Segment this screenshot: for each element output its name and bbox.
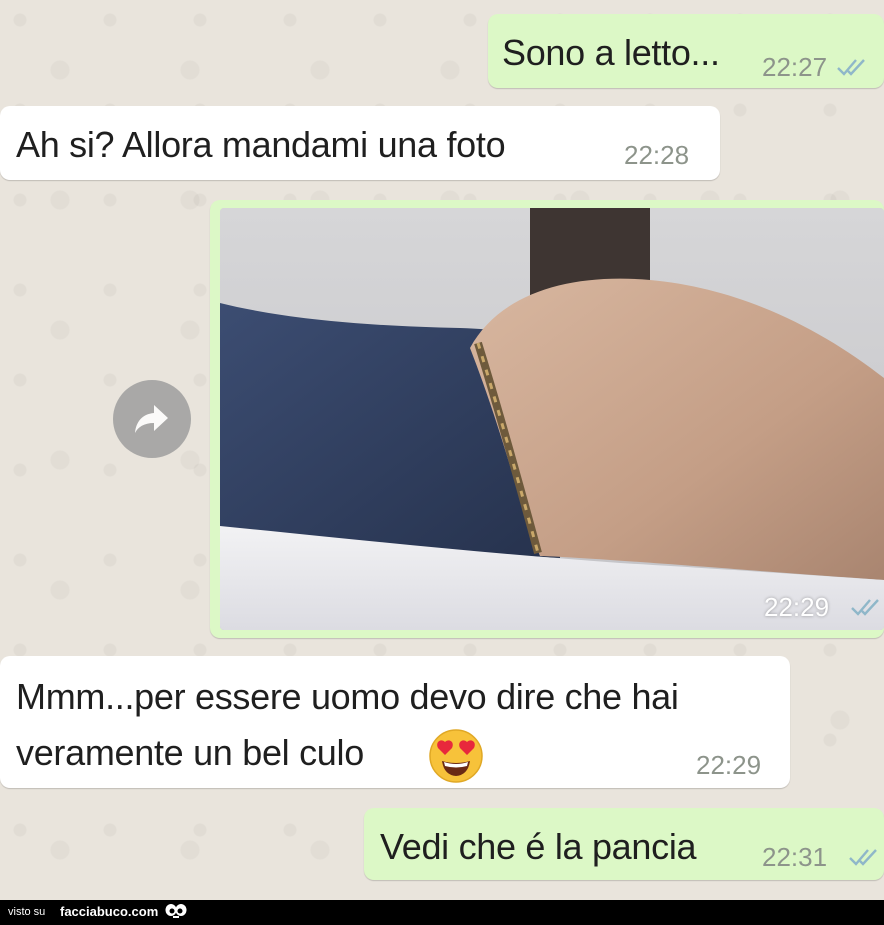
message-time: 22:28	[624, 140, 690, 170]
photo-attachment[interactable]: 22:29	[220, 208, 884, 630]
forward-arrow-icon	[135, 405, 168, 433]
message-time: 22:29	[764, 592, 830, 622]
footer-prefix: visto su	[8, 906, 46, 918]
eyes-icon	[165, 904, 187, 918]
heart-eyes-emoji	[429, 729, 483, 783]
message-text: Vedi che é la pancia	[380, 826, 697, 867]
read-ticks-icon	[849, 849, 877, 866]
message-bubble-outgoing[interactable]: Sono a letto... 22:27	[488, 14, 884, 88]
message-text-line-2: veramente un bel culo	[16, 732, 364, 773]
chat-area: Sono a letto... 22:27 Ah si? Allora mand…	[0, 0, 884, 900]
footer-site-name[interactable]: facciabuco.com	[60, 904, 158, 919]
watermark-footer: visto su facciabuco.com	[0, 900, 884, 925]
message-time: 22:31	[762, 842, 828, 872]
read-ticks-icon	[851, 599, 879, 616]
message-time: 22:27	[762, 52, 828, 82]
forward-button[interactable]	[113, 380, 191, 458]
message-text: Ah si? Allora mandami una foto	[16, 124, 506, 165]
message-text: Sono a letto...	[502, 32, 720, 73]
read-ticks-icon	[837, 59, 865, 76]
message-bubble-incoming[interactable]: Mmm...per essere uomo devo dire che hai …	[0, 656, 790, 788]
message-text-line-1: Mmm...per essere uomo devo dire che hai	[16, 676, 679, 717]
message-bubble-outgoing[interactable]: Vedi che é la pancia 22:31	[364, 808, 884, 880]
message-time: 22:29	[696, 750, 762, 780]
message-bubble-incoming[interactable]: Ah si? Allora mandami una foto 22:28	[0, 106, 720, 180]
